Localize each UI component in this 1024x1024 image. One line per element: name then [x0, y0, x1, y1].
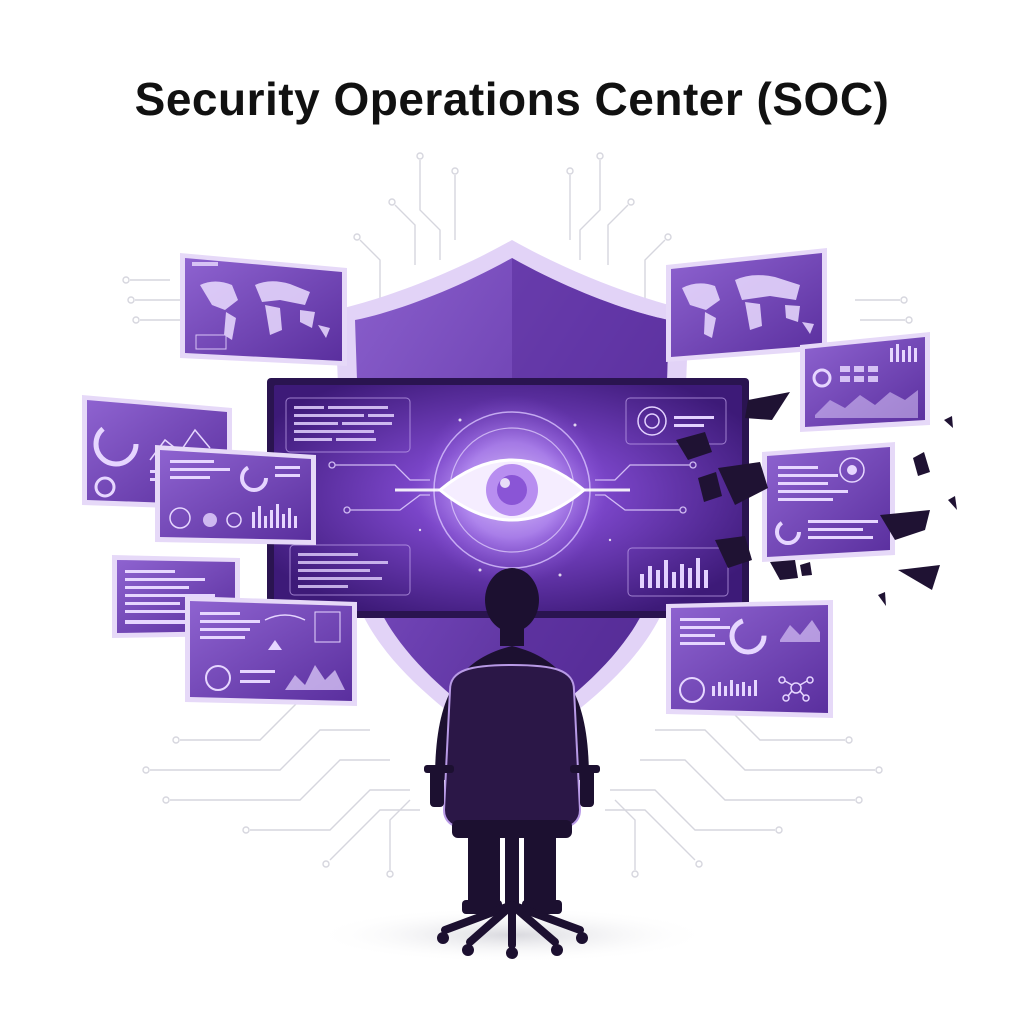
panel-world-map-left — [180, 253, 347, 366]
panel-dashboard-right-bottom — [666, 600, 833, 718]
soc-illustration — [82, 152, 957, 963]
panel-analytics-left-mid — [155, 445, 316, 545]
panel-metrics-left-bottom — [185, 596, 357, 706]
panel-charts-right-top — [800, 332, 930, 432]
panel-target-right-mid — [762, 442, 895, 562]
